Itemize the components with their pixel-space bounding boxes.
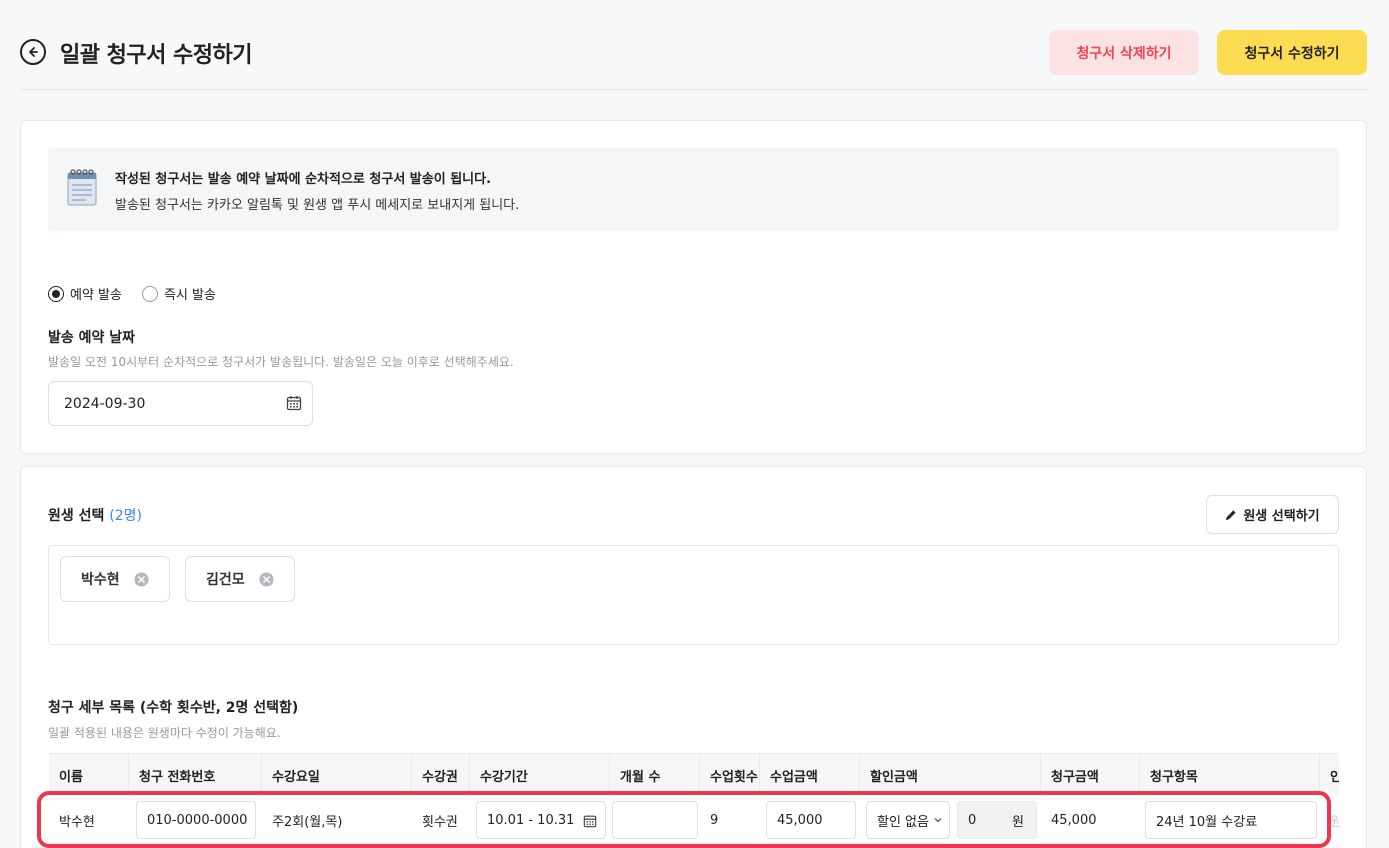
column-header-name: 이름 <box>49 754 129 796</box>
chevron-down-icon <box>934 818 942 823</box>
discount-type-select[interactable]: 할인 없음 <box>866 801 950 839</box>
column-header-phone: 청구 전화번호 <box>129 754 262 796</box>
column-header-bill-amount: 청구금액 <box>1041 754 1140 796</box>
student-chip: 김건모 <box>185 556 295 602</box>
edit-invoice-button[interactable]: 청구서 수정하기 <box>1217 30 1367 75</box>
remove-circle-icon[interactable] <box>134 571 149 587</box>
details-title: 청구 세부 목록 (수학 횟수반, 2명 선택함) <box>48 700 299 716</box>
table-row: 박수현 010-0000-0000 주2회(월,목) 횟수권 10.01 - 1… <box>49 795 1339 845</box>
cell-bill-amount: 45,000 <box>1051 812 1097 828</box>
cell-sessions: 9 <box>710 812 719 828</box>
radio-immediate-send[interactable]: 즉시 발송 <box>141 284 216 303</box>
radio-unchecked-icon <box>141 285 158 302</box>
bill-item-input[interactable]: 24년 10월 수강료 <box>1145 801 1317 839</box>
column-header-discount: 할인금액 <box>860 754 1041 796</box>
discount-type-value: 할인 없음 <box>877 814 929 830</box>
column-header-ticket: 수강권 <box>412 754 470 796</box>
column-header-sessions: 수업횟수 <box>700 754 760 796</box>
schedule-date-help: 발송일 오전 10시부터 순차적으로 청구서가 발송됩니다. 발송일은 오늘 이… <box>48 355 514 369</box>
column-header-overflow: 인 <box>1320 754 1339 796</box>
notice-box: 작성된 청구서는 발송 예약 날짜에 순차적으로 청구서 발송이 됩니다. 발송… <box>48 148 1339 231</box>
column-header-months: 개월 수 <box>610 754 700 796</box>
delete-invoice-button[interactable]: 청구서 삭제하기 <box>1049 30 1199 75</box>
table-header: 이름 청구 전화번호 수강요일 수강권 수강기간 개월 수 수업횟수 수업금액 … <box>49 753 1339 796</box>
column-header-bill-item: 청구항목 <box>1140 754 1320 796</box>
period-value: 10.01 - 10.31 <box>487 812 575 828</box>
page-title: 일괄 청구서 수정하기 <box>60 43 252 68</box>
page: 일괄 청구서 수정하기 청구서 삭제하기 청구서 수정하기 작성된 청구서는 발… <box>0 0 1389 848</box>
cell-ticket: 횟수권 <box>422 814 458 830</box>
period-input[interactable]: 10.01 - 10.31 <box>476 801 606 839</box>
discount-value-input[interactable]: 0 원 <box>957 801 1037 839</box>
details-help: 일괄 적용된 내용은 원생마다 수정이 가능해요. <box>48 726 281 740</box>
column-header-lesson-amount: 수업금액 <box>760 754 860 796</box>
schedule-date-input[interactable]: 2024-09-30 <box>48 381 313 426</box>
schedule-card: 작성된 청구서는 발송 예약 날짜에 순차적으로 청구서 발송이 됩니다. 발송… <box>20 120 1367 454</box>
phone-input[interactable]: 010-0000-0000 <box>136 801 256 839</box>
details-table: 이름 청구 전화번호 수강요일 수강권 수강기간 개월 수 수업횟수 수업금액 … <box>49 753 1339 848</box>
column-header-period: 수강기간 <box>470 754 610 796</box>
student-chip-name: 박수현 <box>81 572 120 588</box>
lesson-amount-input[interactable]: 45,000 <box>766 801 856 839</box>
arrow-left-icon <box>29 47 38 57</box>
select-students-button[interactable]: 원생 선택하기 <box>1206 495 1339 534</box>
months-input[interactable] <box>612 801 698 839</box>
students-section-title: 원생 선택 (2명) <box>48 505 142 525</box>
calendar-icon[interactable] <box>286 395 302 411</box>
notice-text-secondary: 발송된 청구서는 카카오 알림톡 및 원생 앱 푸시 메세지로 보내지게 됩니다… <box>115 198 520 213</box>
select-students-label: 원생 선택하기 <box>1243 509 1320 524</box>
radio-label: 즉시 발송 <box>163 288 216 303</box>
cell-days: 주2회(월,목) <box>272 814 343 830</box>
schedule-date-value: 2024-09-30 <box>64 395 146 412</box>
student-chip-name: 김건모 <box>206 572 245 588</box>
schedule-date-label: 발송 예약 날짜 <box>48 330 136 346</box>
pencil-icon <box>1226 509 1236 520</box>
student-chip: 박수현 <box>60 556 170 602</box>
selected-students-box: 박수현 김건모 <box>48 545 1339 645</box>
remove-circle-icon[interactable] <box>259 571 274 587</box>
students-card: 원생 선택 (2명) 원생 선택하기 박수현 김건모 청구 세부 목록 (수학 … <box>20 466 1367 848</box>
notepad-icon <box>67 169 97 206</box>
radio-scheduled-send[interactable]: 예약 발송 <box>48 284 122 303</box>
notice-text-primary: 작성된 청구서는 발송 예약 날짜에 순차적으로 청구서 발송이 됩니다. <box>115 172 492 187</box>
cell-overflow: 원 <box>1330 814 1339 830</box>
students-title-text: 원생 선택 <box>48 508 105 524</box>
radio-checked-icon <box>48 285 64 302</box>
discount-unit: 원 <box>1012 814 1024 830</box>
calendar-icon[interactable] <box>583 814 597 828</box>
column-header-days: 수강요일 <box>262 754 412 796</box>
radio-label: 예약 발송 <box>70 288 122 303</box>
send-mode-radio-group: 예약 발송 즉시 발송 <box>48 284 236 303</box>
discount-value: 0 <box>968 812 977 828</box>
students-count: (2명) <box>109 508 142 524</box>
cell-name: 박수현 <box>59 814 95 830</box>
back-button[interactable] <box>20 39 46 65</box>
page-header: 일괄 청구서 수정하기 청구서 삭제하기 청구서 수정하기 <box>20 0 1368 90</box>
